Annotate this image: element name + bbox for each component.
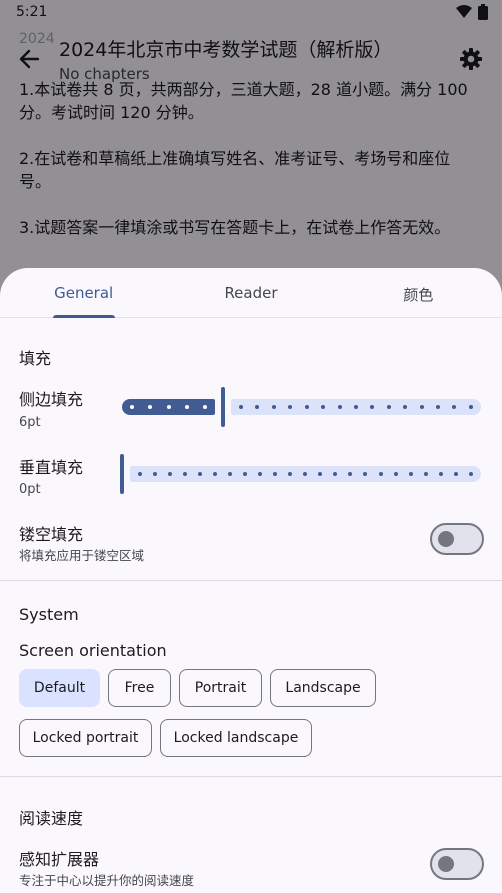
system-section-title: System xyxy=(19,605,79,624)
slider-tick xyxy=(168,472,173,476)
slider-tick xyxy=(243,472,248,476)
orientation-chip-portrait[interactable]: Portrait xyxy=(179,669,262,707)
settings-tabs: General Reader 颜色 xyxy=(0,268,502,318)
slider-tick xyxy=(453,472,458,476)
slider-tick xyxy=(184,405,189,409)
slider-tick xyxy=(370,405,375,409)
slider-tick xyxy=(452,405,457,409)
slider-tick xyxy=(203,405,207,409)
slider-tick xyxy=(153,472,158,476)
section-divider xyxy=(0,776,502,777)
slider-tick xyxy=(468,405,473,409)
slider-tick xyxy=(288,472,293,476)
slider-tick xyxy=(288,405,293,409)
slider-tick xyxy=(138,472,142,476)
reading-speed-section-title: 阅读速度 xyxy=(19,809,84,828)
tab-colors[interactable]: 颜色 xyxy=(335,268,502,317)
orientation-chip-locked-portrait[interactable]: Locked portrait xyxy=(19,719,152,757)
bionic-reading-label: 感知扩展器 xyxy=(19,850,100,869)
slider-tick xyxy=(273,472,278,476)
slider-tick xyxy=(130,405,134,409)
slider-tick xyxy=(333,472,338,476)
slider-tick xyxy=(438,472,443,476)
slider-tick xyxy=(304,405,309,409)
slider-tick xyxy=(271,405,276,409)
vertical-padding-label: 垂直填充 xyxy=(19,458,84,477)
slider-tick xyxy=(353,405,358,409)
tab-general-label: General xyxy=(54,284,114,302)
cutout-padding-label: 镂空填充 xyxy=(19,525,84,544)
vertical-padding-slider[interactable] xyxy=(120,454,481,494)
tab-reader-label: Reader xyxy=(224,284,278,302)
slider-tick xyxy=(255,405,260,409)
slider-tick xyxy=(436,405,441,409)
slider-tick xyxy=(318,472,323,476)
orientation-chip-landscape[interactable]: Landscape xyxy=(270,669,376,707)
slider-thumb[interactable] xyxy=(221,387,225,427)
slider-tick xyxy=(348,472,353,476)
tab-general[interactable]: General xyxy=(0,268,167,317)
slider-tick-marks xyxy=(130,405,207,409)
slider-tick xyxy=(403,405,408,409)
slider-tick xyxy=(423,472,428,476)
slider-tick xyxy=(148,405,153,409)
slider-tick xyxy=(228,472,233,476)
slider-tick xyxy=(393,472,398,476)
orientation-chip-default[interactable]: Default xyxy=(19,669,100,707)
slider-thumb[interactable] xyxy=(120,454,124,494)
side-padding-slider[interactable] xyxy=(122,387,481,427)
screen-orientation-label: Screen orientation xyxy=(19,641,167,660)
bionic-reading-switch[interactable] xyxy=(430,848,484,880)
switch-knob xyxy=(438,531,454,547)
slider-tick xyxy=(239,405,243,409)
slider-tick xyxy=(468,472,473,476)
switch-knob xyxy=(438,856,454,872)
tab-reader[interactable]: Reader xyxy=(167,268,334,317)
section-divider xyxy=(0,580,502,581)
slider-tick-marks xyxy=(239,405,473,409)
slider-tick-marks xyxy=(138,472,473,476)
slider-tick xyxy=(408,472,413,476)
slider-tick xyxy=(213,472,218,476)
vertical-padding-value: 0pt xyxy=(19,482,41,497)
slider-tick xyxy=(419,405,424,409)
orientation-chip-locked-landscape[interactable]: Locked landscape xyxy=(160,719,312,757)
slider-tick xyxy=(378,472,383,476)
slider-tick xyxy=(183,472,188,476)
slider-tick xyxy=(303,472,308,476)
slider-tick xyxy=(166,405,171,409)
slider-tick xyxy=(337,405,342,409)
slider-tick xyxy=(386,405,391,409)
slider-tick xyxy=(198,472,203,476)
slider-tick xyxy=(321,405,326,409)
slider-tick xyxy=(363,472,368,476)
bionic-reading-description: 专注于中心以提升你的阅读速度 xyxy=(19,873,195,888)
padding-section-title: 填充 xyxy=(19,349,52,368)
side-padding-label: 侧边填充 xyxy=(19,390,84,409)
orientation-chip-free[interactable]: Free xyxy=(108,669,171,707)
settings-bottom-sheet: General Reader 颜色 填充 侧边填充 6pt 垂直填充 0pt 镂… xyxy=(0,268,502,893)
tab-colors-label: 颜色 xyxy=(403,286,434,304)
cutout-padding-switch[interactable] xyxy=(430,523,484,555)
tab-indicator xyxy=(53,315,115,318)
slider-tick xyxy=(258,472,263,476)
cutout-padding-description: 将填充应用于镂空区域 xyxy=(19,548,145,563)
side-padding-value: 6pt xyxy=(19,415,41,430)
